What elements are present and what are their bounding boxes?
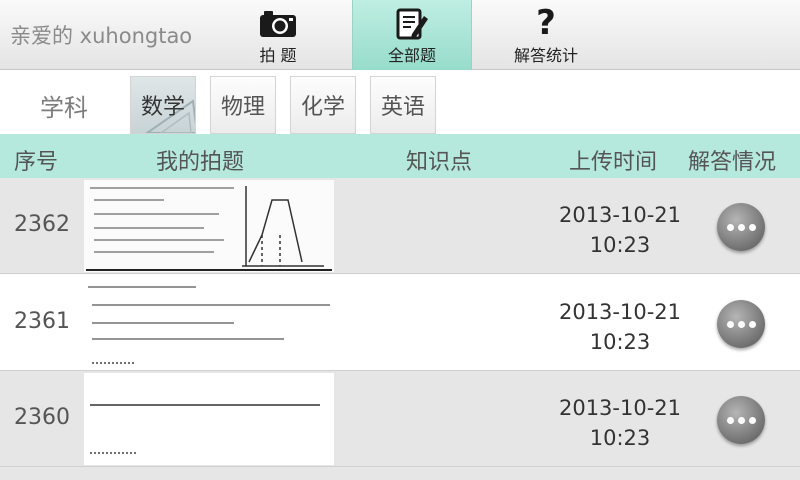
more-icon[interactable]: [717, 396, 765, 444]
table-row[interactable]: 2362 2013-10-21 10:23: [0, 178, 800, 274]
camera-icon: [218, 6, 338, 40]
column-upload-time: 上传时间: [569, 150, 658, 175]
nav-stats-label: 解答统计: [513, 46, 578, 65]
nav-photo-label: 拍 题: [259, 46, 297, 65]
upload-time: 2013-10-21 10:23: [556, 297, 684, 357]
tab-physics[interactable]: 物理: [210, 76, 276, 134]
table-row-partial: [0, 467, 800, 480]
upload-date: 2013-10-21: [558, 300, 682, 324]
question-icon: ?: [536, 3, 556, 43]
edit-note-icon: [353, 6, 471, 40]
upload-date: 2013-10-21: [558, 396, 682, 420]
subject-label: 学科: [40, 94, 88, 122]
app-header: 亲爱的 xuhongtao 拍 题 全部题 ? 解答统计: [0, 0, 800, 70]
row-id: 2360: [14, 405, 70, 430]
table-header: 序号 我的拍题 知识点 上传时间 解答情况: [0, 134, 800, 178]
question-photo-thumbnail[interactable]: [84, 277, 334, 369]
tab-chemistry-label: 化学: [300, 95, 345, 120]
question-photo-thumbnail[interactable]: [84, 373, 334, 465]
question-photo-thumbnail[interactable]: [84, 180, 334, 272]
row-id: 2362: [14, 212, 70, 237]
upload-time: 2013-10-21 10:23: [556, 200, 684, 260]
column-knowledge: 知识点: [406, 150, 473, 175]
nav-stats-button[interactable]: ? 解答统计: [486, 0, 606, 70]
nav-all-label: 全部题: [387, 46, 436, 65]
upload-clock: 10:23: [589, 426, 651, 450]
tab-english[interactable]: 英语: [370, 76, 436, 134]
greeting-text: 亲爱的 xuhongtao: [10, 24, 193, 48]
upload-clock: 10:23: [589, 330, 651, 354]
table-row[interactable]: 2361 2013-10-21 10:23: [0, 275, 800, 371]
upload-time: 2013-10-21 10:23: [556, 393, 684, 453]
more-icon[interactable]: [717, 203, 765, 251]
nav-photo-button[interactable]: 拍 题: [218, 0, 338, 70]
upload-date: 2013-10-21: [558, 203, 682, 227]
upload-clock: 10:23: [589, 233, 651, 257]
tab-math[interactable]: 数学: [130, 76, 196, 134]
subject-filter-bar: 学科 数学 物理 化学 英语: [0, 70, 800, 134]
nav-all-questions-button[interactable]: 全部题: [352, 0, 472, 70]
tab-chemistry[interactable]: 化学: [290, 76, 356, 134]
tab-english-label: 英语: [380, 95, 425, 120]
column-id: 序号: [14, 150, 59, 175]
column-answer-status: 解答情况: [688, 150, 777, 175]
column-my-photo: 我的拍题: [156, 150, 245, 175]
more-icon[interactable]: [717, 300, 765, 348]
tab-physics-label: 物理: [220, 95, 265, 120]
row-id: 2361: [14, 309, 70, 334]
table-row[interactable]: 2360 2013-10-21 10:23: [0, 371, 800, 467]
tab-math-label: 数学: [140, 95, 185, 120]
